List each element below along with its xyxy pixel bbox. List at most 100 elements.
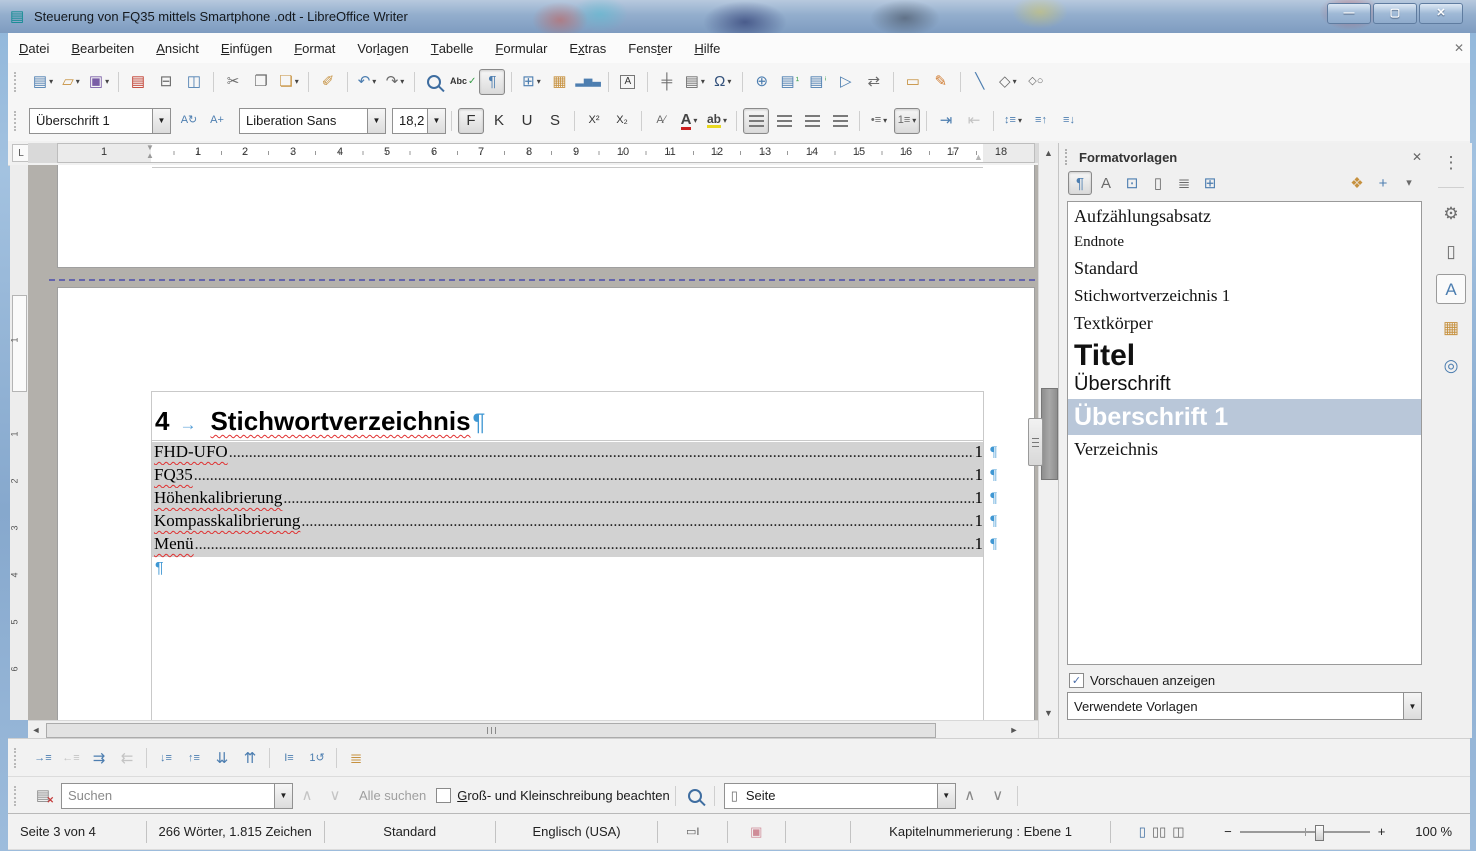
show-draw-functions-button[interactable]: ◇○ — [1023, 69, 1049, 95]
export-pdf-button[interactable]: ▤ — [125, 69, 151, 95]
styles-list[interactable]: AufzählungsabsatzEndnoteStandardStichwor… — [1067, 201, 1422, 665]
menu-bearbeiten[interactable]: Bearbeiten — [60, 33, 145, 63]
navigator-tab-button[interactable]: ◎ — [1436, 350, 1466, 380]
close-window-button[interactable]: ✕ — [1419, 3, 1463, 24]
index-entry-row[interactable]: FQ35....................................… — [152, 465, 983, 488]
index-entry-row[interactable]: Kompasskalibrierung.....................… — [152, 511, 983, 534]
align-right-button[interactable] — [799, 108, 825, 134]
align-center-button[interactable] — [771, 108, 797, 134]
increase-indent-button[interactable]: ⇥ — [933, 108, 959, 134]
zoom-slider-thumb[interactable] — [1315, 825, 1324, 841]
table-styles-button[interactable]: ⊞ — [1198, 171, 1222, 195]
new-style-from-selection-button[interactable]: + — [1371, 171, 1395, 195]
navigate-next-button[interactable]: ∨ — [985, 783, 1011, 809]
menu-hilfe[interactable]: Hilfe — [683, 33, 731, 63]
menu-einf-gen[interactable]: Einfügen — [210, 33, 283, 63]
horizontal-ruler[interactable]: 1123456789101112131415161718 ▼▲ ▲ — [28, 143, 1038, 163]
update-style-button[interactable]: A↻ — [176, 108, 202, 134]
scroll-up-icon[interactable]: ▲ — [1039, 143, 1058, 163]
menu-tabelle[interactable]: Tabelle — [420, 33, 485, 63]
style-item-textk-rper[interactable]: Textkörper — [1068, 309, 1421, 337]
insert-unnumbered-entry-button[interactable]: I≡ — [276, 745, 302, 771]
font-size-combo[interactable]: 18,2 ▼ — [392, 108, 446, 134]
page-tab-button[interactable]: ▯ — [1436, 236, 1466, 266]
style-item-stichwortverzeichnis-1[interactable]: Stichwortverzeichnis 1 — [1068, 282, 1421, 309]
insert-field-button[interactable]: ▤▾ — [682, 69, 708, 95]
zoom-in-icon[interactable]: + — [1378, 824, 1386, 839]
single-page-view-icon[interactable]: ▯ — [1139, 824, 1146, 840]
match-case-checkbox[interactable]: ✓ — [436, 788, 451, 803]
menu-formular[interactable]: Formular — [484, 33, 558, 63]
scroll-right-icon[interactable]: ► — [1006, 721, 1022, 738]
bullets-and-numbering-dialog-button[interactable]: ≣ — [343, 745, 369, 771]
insert-cross-reference-button[interactable]: ⇄ — [861, 69, 887, 95]
save-status-icon[interactable]: ▣ — [727, 821, 784, 843]
move-down-button[interactable]: ↓≡ — [153, 745, 179, 771]
index-entry-row[interactable]: Menü....................................… — [152, 534, 983, 557]
find-and-replace-button[interactable] — [682, 783, 708, 809]
chevron-down-icon[interactable]: ▼ — [427, 109, 445, 133]
navigate-by-combo[interactable]: ▯ Seite ▼ — [724, 783, 956, 809]
superscript-button[interactable]: X² — [581, 108, 607, 134]
insert-comment-button[interactable]: ▭ — [900, 69, 926, 95]
vertical-ruler[interactable]: 1123456 — [10, 165, 29, 720]
style-item-titel[interactable]: Titel — [1068, 337, 1421, 373]
undo-button[interactable]: ↶▾ — [354, 69, 380, 95]
indent-marker-icon[interactable]: ▼▲ — [144, 144, 156, 160]
minimize-button[interactable]: — — [1327, 3, 1371, 24]
toolbar-grip[interactable] — [14, 748, 21, 768]
font-name-combo[interactable]: Liberation Sans ▼ — [239, 108, 386, 134]
style-item-endnote[interactable]: Endnote — [1068, 230, 1421, 254]
font-color-button[interactable]: A▾ — [676, 108, 702, 134]
style-item-standard[interactable]: Standard — [1068, 254, 1421, 282]
zoom-slider[interactable] — [1240, 831, 1370, 833]
maximize-button[interactable]: ▢ — [1373, 3, 1417, 24]
insert-page-break-button[interactable]: ╪ — [654, 69, 680, 95]
panel-drag-grip[interactable] — [1065, 149, 1071, 165]
decrease-paragraph-spacing-button[interactable]: ≡↓ — [1056, 108, 1082, 134]
page-previous[interactable] — [57, 165, 1035, 268]
clear-formatting-button[interactable]: A∕ — [648, 108, 674, 134]
horizontal-scrollbar[interactable]: ◄ ► — [28, 720, 1038, 738]
sidebar-menu-button[interactable]: ⋮ — [1436, 147, 1466, 177]
insert-footnote-button[interactable]: ▤¹ — [777, 69, 803, 95]
search-input[interactable]: Suchen ▼ — [61, 783, 293, 809]
menu-extras[interactable]: Extras — [558, 33, 617, 63]
menu-vorlagen[interactable]: Vorlagen — [346, 33, 419, 63]
align-left-button[interactable] — [743, 108, 769, 134]
toolbar-grip[interactable] — [14, 72, 21, 92]
print-preview-button[interactable]: ◫ — [181, 69, 207, 95]
index-section[interactable]: FHD-UFO.................................… — [152, 442, 983, 557]
scroll-down-icon[interactable]: ▼ — [1039, 703, 1058, 723]
insert-special-character-button[interactable]: Ω▾ — [710, 69, 736, 95]
insert-bookmark-button[interactable]: ▷ — [833, 69, 859, 95]
right-indent-marker-icon[interactable]: ▲ — [974, 152, 983, 162]
chevron-down-icon[interactable]: ▼ — [152, 109, 170, 133]
demote-button[interactable]: →≡ — [30, 745, 56, 771]
selection-mode-icon[interactable]: ▭I — [657, 821, 727, 843]
copy-button[interactable]: ❐ — [248, 69, 274, 95]
style-item--berschrift-1[interactable]: Überschrift 1 — [1068, 399, 1421, 435]
close-find-bar-button[interactable]: ▤ ✕ — [30, 783, 56, 809]
insert-image-button[interactable]: ▦ — [546, 69, 572, 95]
subscript-button[interactable]: X₂ — [609, 108, 635, 134]
ordered-list-button[interactable]: 1≡▾ — [894, 108, 920, 134]
close-document-icon[interactable]: ✕ — [1454, 41, 1464, 55]
insert-table-button[interactable]: ⊞▾ — [518, 69, 544, 95]
paste-button[interactable]: ❏▾ — [276, 69, 302, 95]
track-changes-button[interactable]: ✎ — [928, 69, 954, 95]
print-button[interactable]: ⊟ — [153, 69, 179, 95]
menu-fenster[interactable]: Fenster — [617, 33, 683, 63]
chevron-down-icon[interactable]: ▼ — [1403, 693, 1421, 719]
paragraph-styles-button[interactable]: ¶ — [1068, 171, 1092, 195]
chevron-down-icon[interactable]: ▼ — [274, 784, 292, 808]
toolbar-grip[interactable] — [14, 786, 21, 806]
new-document-button[interactable]: ▤▾ — [30, 69, 56, 95]
sidebar-splitter-button[interactable] — [1028, 418, 1043, 466]
word-count[interactable]: 266 Wörter, 1.815 Zeichen — [146, 821, 324, 843]
page-styles-button[interactable]: ▯ — [1146, 171, 1170, 195]
menu-datei[interactable]: Datei — [8, 33, 60, 63]
chapter-info[interactable]: Kapitelnummerierung : Ebene 1 — [850, 821, 1110, 843]
paragraph-style-combo[interactable]: Überschrift 1 ▼ — [29, 108, 171, 134]
fill-format-mode-button[interactable]: ❖ — [1345, 171, 1369, 195]
